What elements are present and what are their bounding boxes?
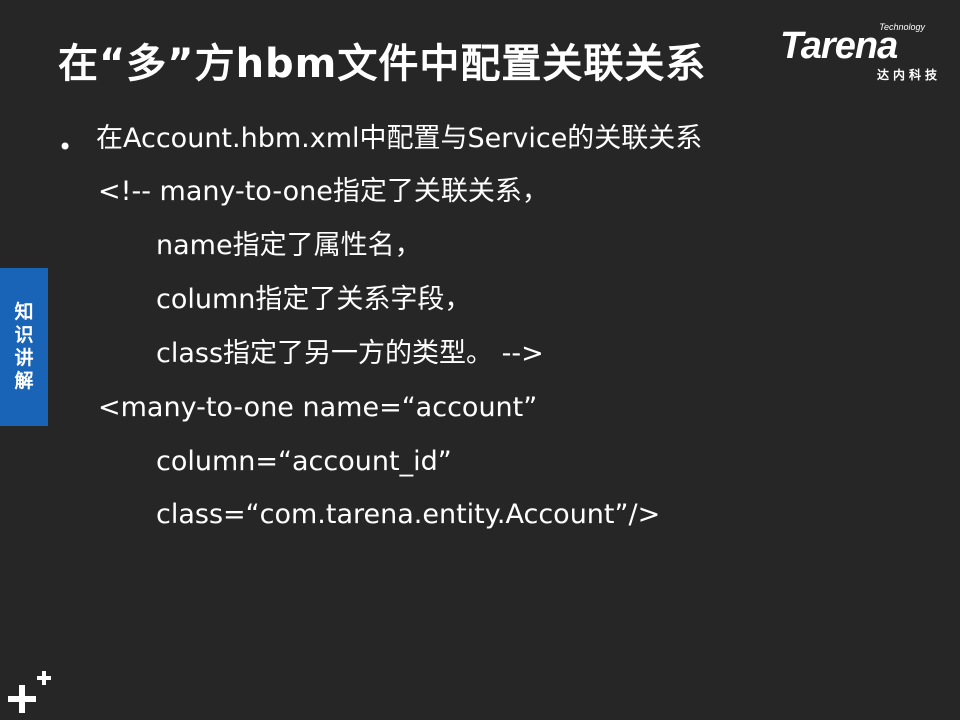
side-tab-char: 解 <box>14 370 34 392</box>
knowledge-explanation-tab: 知 识 讲 解 <box>0 268 48 426</box>
plus-decoration-icon <box>8 671 51 713</box>
code-line: <!-- many-to-one指定了关联关系， <box>98 176 549 207</box>
side-tab-char: 讲 <box>14 347 34 369</box>
side-tab-char: 识 <box>14 324 34 346</box>
logo-brand-text: Tarena <box>780 25 898 67</box>
code-line: class=“com.tarena.entity.Account”/> <box>156 499 661 530</box>
code-line: class指定了另一方的类型。 --> <box>156 338 544 369</box>
bullet-heading: 在Account.hbm.xml中配置与Service的关联关系 <box>96 123 703 154</box>
code-line: column指定了关系字段， <box>156 284 472 315</box>
logo-chinese-text: 达内科技 <box>876 68 941 82</box>
slide-title: 在“多”方hbm文件中配置关联关系 <box>58 41 707 87</box>
code-line: column=“account_id” <box>156 446 452 477</box>
side-tab-char: 知 <box>14 301 34 323</box>
code-line: name指定了属性名， <box>156 230 422 261</box>
bullet-icon: • <box>58 133 73 161</box>
tarena-logo: Technology Tarena 达内科技 <box>780 22 945 84</box>
code-line: <many-to-one name=“account” <box>98 392 538 423</box>
